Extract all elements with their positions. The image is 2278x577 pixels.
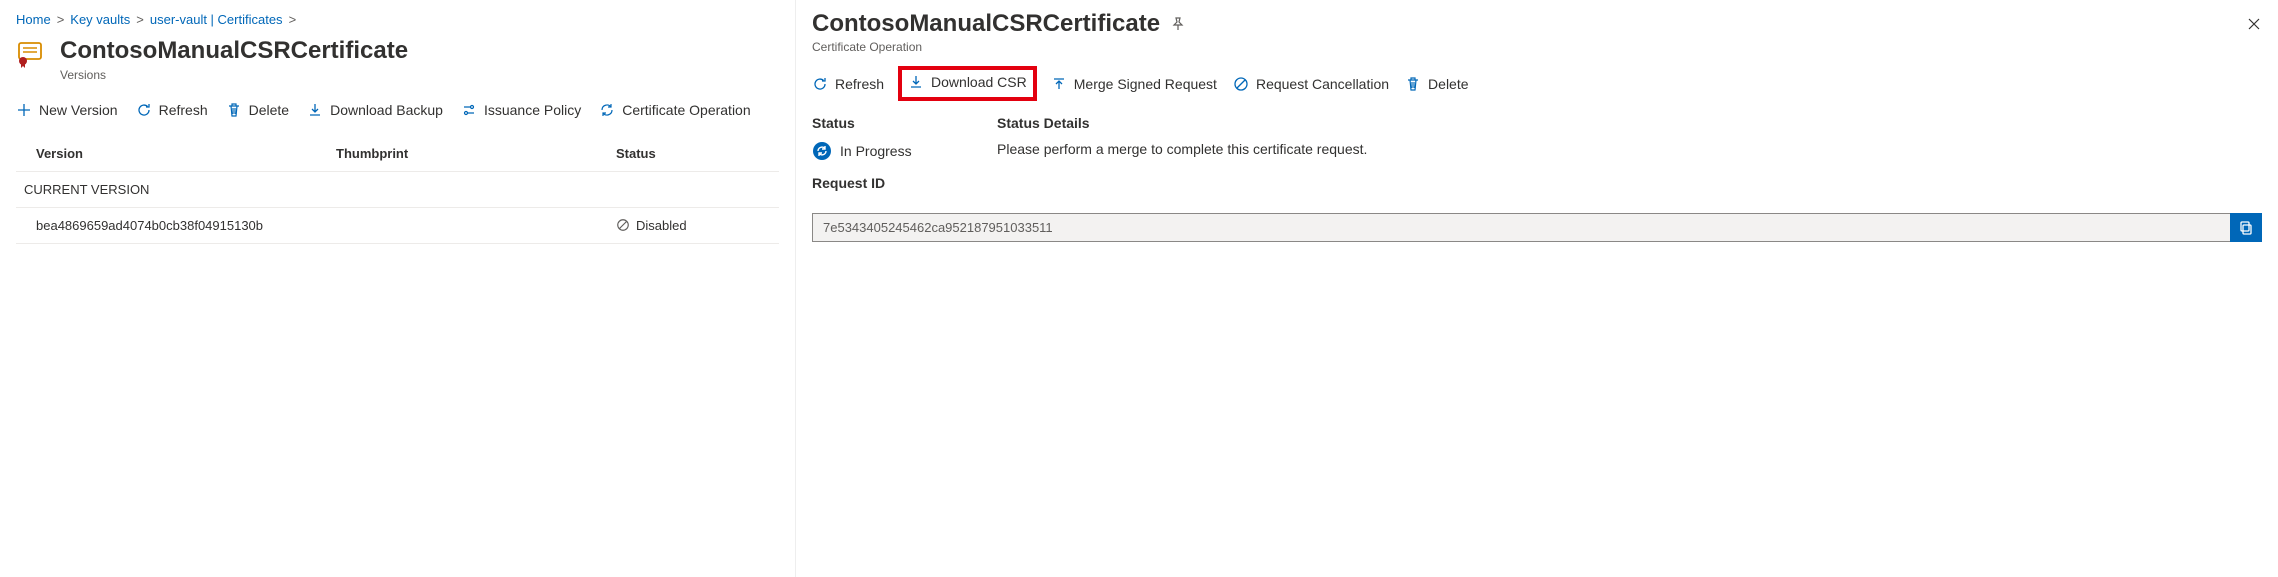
panel-delete-button[interactable]: Delete: [1405, 76, 1468, 92]
close-icon[interactable]: [2246, 16, 2262, 32]
download-csr-label: Download CSR: [931, 74, 1027, 90]
upload-icon: [1051, 76, 1067, 92]
status-details-label: Status Details: [997, 115, 2262, 131]
col-header-thumbprint[interactable]: Thumbprint: [336, 146, 616, 161]
new-version-button[interactable]: New Version: [16, 102, 118, 118]
breadcrumb-home[interactable]: Home: [16, 12, 51, 27]
request-id-label: Request ID: [812, 175, 997, 191]
refresh-icon: [136, 102, 152, 118]
highlight-annotation: Download CSR: [898, 66, 1037, 101]
download-icon: [307, 102, 323, 118]
col-header-status[interactable]: Status: [616, 146, 759, 161]
request-cancellation-label: Request Cancellation: [1256, 76, 1389, 92]
page-subtitle: Versions: [60, 68, 408, 82]
status-value: In Progress: [840, 143, 912, 159]
merge-button[interactable]: Merge Signed Request: [1051, 76, 1217, 92]
panel-delete-label: Delete: [1428, 76, 1468, 92]
cell-status: Disabled: [616, 218, 759, 233]
table-header-row: Version Thumbprint Status: [16, 136, 779, 172]
certificate-operation-button[interactable]: Certificate Operation: [599, 102, 750, 118]
request-cancellation-button[interactable]: Request Cancellation: [1233, 76, 1389, 92]
panel-refresh-button[interactable]: Refresh: [812, 76, 884, 92]
cancel-icon: [1233, 76, 1249, 92]
main-toolbar: New Version Refresh Delete Download Back…: [16, 102, 779, 118]
merge-label: Merge Signed Request: [1074, 76, 1217, 92]
panel-title: ContosoManualCSRCertificate: [812, 10, 1160, 38]
breadcrumb-keyvaults[interactable]: Key vaults: [70, 12, 130, 27]
disabled-icon: [616, 218, 630, 232]
download-backup-button[interactable]: Download Backup: [307, 102, 443, 118]
col-header-version[interactable]: Version: [36, 146, 336, 161]
download-csr-button[interactable]: Download CSR: [908, 74, 1027, 90]
issuance-policy-label: Issuance Policy: [484, 102, 581, 118]
refresh-button[interactable]: Refresh: [136, 102, 208, 118]
cell-version: bea4869659ad4074b0cb38f04915130b: [36, 218, 336, 233]
page-title: ContosoManualCSRCertificate: [60, 37, 408, 66]
issuance-policy-button[interactable]: Issuance Policy: [461, 102, 581, 118]
chevron-right-icon: >: [289, 12, 297, 27]
breadcrumb: Home > Key vaults > user-vault | Certifi…: [16, 12, 779, 27]
request-id-field[interactable]: 7e5343405245462ca952187951033511: [812, 213, 2230, 242]
status-label: Status: [812, 115, 997, 131]
certificate-operation-label: Certificate Operation: [622, 102, 750, 118]
delete-button[interactable]: Delete: [226, 102, 289, 118]
new-version-label: New Version: [39, 102, 118, 118]
status-details-value: Please perform a merge to complete this …: [997, 141, 2262, 157]
refresh-label: Refresh: [159, 102, 208, 118]
trash-icon: [1405, 76, 1421, 92]
download-backup-label: Download Backup: [330, 102, 443, 118]
refresh-icon: [812, 76, 828, 92]
copy-icon: [2238, 220, 2254, 236]
in-progress-icon: [812, 141, 832, 161]
copy-button[interactable]: [2230, 213, 2262, 242]
plus-icon: [16, 102, 32, 118]
table-row[interactable]: bea4869659ad4074b0cb38f04915130b Disable…: [16, 208, 779, 244]
chevron-right-icon: >: [57, 12, 65, 27]
chevron-right-icon: >: [136, 12, 144, 27]
breadcrumb-user-vault[interactable]: user-vault | Certificates: [150, 12, 283, 27]
delete-label: Delete: [249, 102, 289, 118]
current-version-section: CURRENT VERSION: [16, 172, 779, 208]
panel-subtitle: Certificate Operation: [812, 40, 2262, 54]
panel-refresh-label: Refresh: [835, 76, 884, 92]
cycle-icon: [599, 102, 615, 118]
settings-icon: [461, 102, 477, 118]
certificate-icon: [16, 37, 48, 69]
trash-icon: [226, 102, 242, 118]
download-icon: [908, 74, 924, 90]
status-text: Disabled: [636, 218, 687, 233]
panel-toolbar: Refresh Download CSR Merge Signed Reques…: [812, 70, 2262, 97]
pin-icon[interactable]: [1170, 16, 1186, 32]
